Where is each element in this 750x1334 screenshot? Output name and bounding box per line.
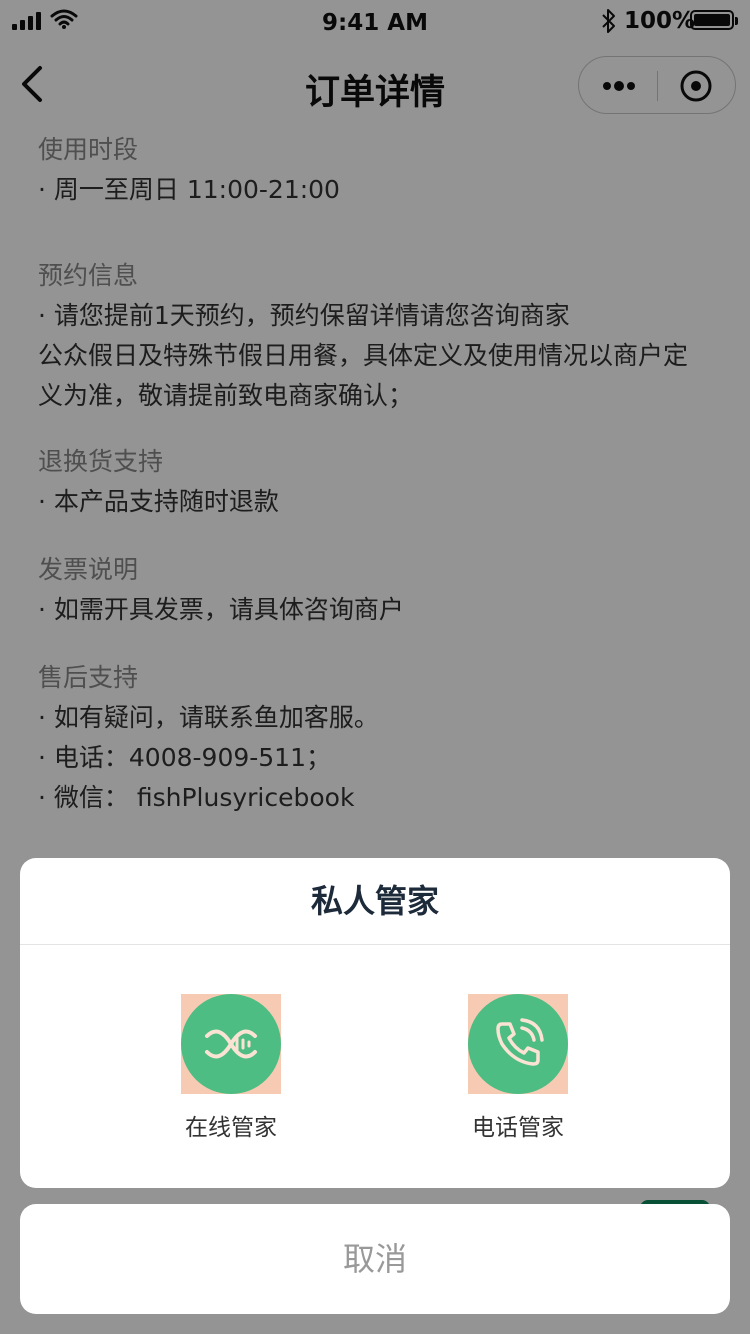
phone-icon [468,994,568,1094]
option-icon-background [468,994,568,1094]
butler-action-sheet: 私人管家 在线管家 电话管家 [20,858,730,1188]
online-butler-option[interactable]: 在线管家 [151,994,311,1142]
sheet-title: 私人管家 [20,858,730,945]
option-icon-background [181,994,281,1094]
option-label: 在线管家 [185,1115,277,1141]
option-label: 电话管家 [472,1115,564,1141]
cancel-button[interactable]: 取消 [20,1204,730,1314]
phone-butler-option[interactable]: 电话管家 [438,994,598,1142]
dna-icon [181,994,281,1094]
screen: 9:41 AM 100% 订单详情 使用时段 · 周一至周日 11:00-21:… [0,0,750,1334]
